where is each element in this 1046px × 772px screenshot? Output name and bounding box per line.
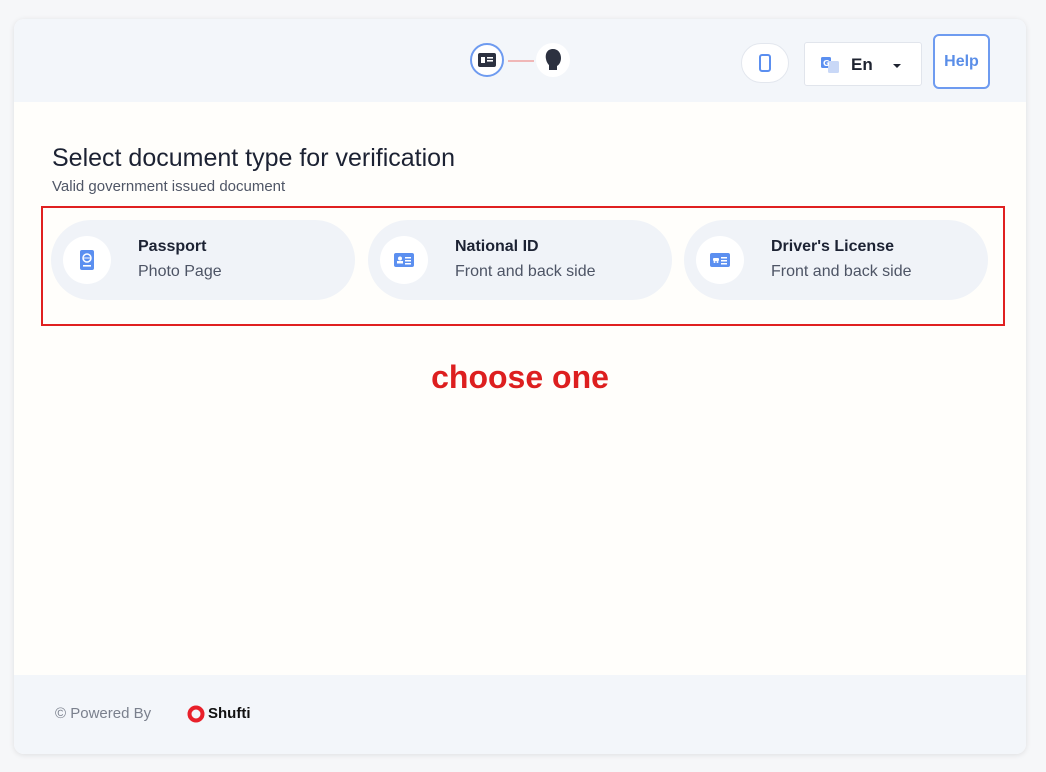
option-label: Driver's License [771,238,894,255]
header: G En Help [14,19,1026,102]
page-title: Select document type for verification [52,144,455,172]
help-button[interactable]: Help [933,34,990,89]
mobile-phone-icon [759,54,771,72]
footer: © Powered By Shufti [14,675,1026,754]
option-description: Photo Page [138,263,222,280]
step-document [470,43,504,77]
option-description: Front and back side [771,263,912,280]
passport-icon [80,250,94,270]
shufti-logo-icon [187,705,205,723]
document-option-drivers-license[interactable]: Driver's License Front and back side [684,220,988,300]
icon-circle [380,236,428,284]
language-label: En [851,55,873,74]
powered-by-text: © Powered By [55,705,152,722]
face-icon [545,49,561,70]
document-option-national-id[interactable]: National ID Front and back side [368,220,672,300]
svg-text:G: G [823,59,830,68]
step-connector [508,60,534,62]
option-label: National ID [455,238,539,255]
page-subtitle: Valid government issued document [52,178,286,195]
step-face [536,43,570,77]
icon-circle [63,236,111,284]
mobile-switch-button[interactable] [741,43,789,83]
icon-circle [696,236,744,284]
id-card-icon [478,53,496,67]
annotation-text: choose one [431,359,609,395]
progress-steps [470,43,590,79]
verification-card: G En Help Select document type for verif… [14,19,1026,754]
language-selector[interactable]: G En [804,42,922,86]
national-id-icon [394,253,414,267]
document-option-passport[interactable]: Passport Photo Page [51,220,355,300]
option-description: Front and back side [455,263,596,280]
chevron-down-icon [893,64,901,68]
drivers-license-icon [710,253,730,267]
translate-icon: G [821,57,839,73]
brand-name[interactable]: Shufti [208,705,251,722]
option-label: Passport [138,238,207,255]
